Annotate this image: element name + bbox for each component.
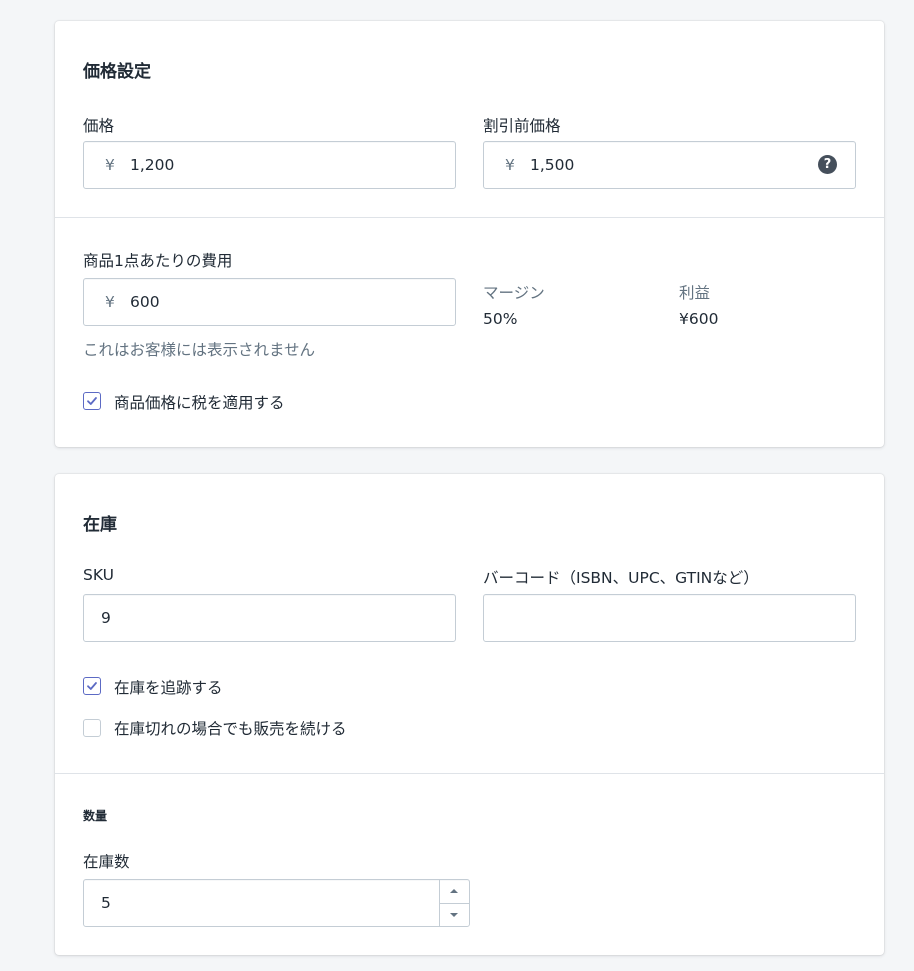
continue-selling-checkbox[interactable] bbox=[83, 719, 101, 737]
inventory-card: 在庫 SKU 9 バーコード（ISBN、UPC、GTINなど） 在庫を追跡する … bbox=[55, 474, 884, 955]
caret-up-icon bbox=[450, 889, 458, 893]
available-value: 5 bbox=[101, 894, 111, 912]
currency-prefix: ¥ bbox=[105, 156, 115, 174]
sku-label: SKU bbox=[83, 566, 114, 584]
barcode-field[interactable] bbox=[483, 594, 856, 642]
track-inventory-checkbox[interactable] bbox=[83, 677, 101, 695]
cost-help-text: これはお客様には表示されません bbox=[83, 341, 316, 359]
barcode-label: バーコード（ISBN、UPC、GTINなど） bbox=[483, 569, 759, 587]
price-value: 1,200 bbox=[130, 156, 175, 174]
increment-button[interactable] bbox=[440, 880, 469, 903]
price-label: 価格 bbox=[83, 117, 115, 135]
profit-label: 利益 bbox=[679, 284, 711, 302]
inventory-title: 在庫 bbox=[83, 515, 117, 535]
pricing-title: 価格設定 bbox=[83, 62, 151, 82]
quantity-stepper bbox=[439, 880, 469, 926]
sku-value: 9 bbox=[101, 609, 111, 627]
track-inventory-label[interactable]: 在庫を追跡する bbox=[114, 676, 223, 698]
checkmark-icon bbox=[87, 682, 97, 690]
cost-label: 商品1点あたりの費用 bbox=[83, 252, 233, 270]
currency-prefix: ¥ bbox=[505, 156, 515, 174]
margin-value: 50% bbox=[483, 310, 518, 328]
price-field[interactable]: ¥ 1,200 bbox=[83, 141, 456, 189]
pricing-card: 価格設定 価格 ¥ 1,200 割引前価格 ¥ 1,500 ? 商品1点あたりの… bbox=[55, 21, 884, 447]
decrement-button[interactable] bbox=[440, 903, 469, 927]
available-quantity-stepper[interactable]: 5 bbox=[83, 879, 470, 927]
section-divider bbox=[55, 773, 884, 774]
margin-label: マージン bbox=[483, 284, 545, 302]
question-circle-icon[interactable]: ? bbox=[818, 155, 837, 174]
section-divider bbox=[55, 217, 884, 218]
compare-price-field[interactable]: ¥ 1,500 ? bbox=[483, 141, 856, 189]
caret-down-icon bbox=[450, 913, 458, 917]
available-label: 在庫数 bbox=[83, 853, 130, 871]
sku-field[interactable]: 9 bbox=[83, 594, 456, 642]
cost-per-item-field[interactable]: ¥ 600 bbox=[83, 278, 456, 326]
profit-value: ¥600 bbox=[679, 310, 719, 328]
compare-price-value: 1,500 bbox=[530, 156, 575, 174]
charge-tax-label[interactable]: 商品価格に税を適用する bbox=[114, 391, 285, 413]
checkmark-icon bbox=[87, 397, 97, 405]
cost-value: 600 bbox=[130, 293, 160, 311]
continue-selling-label[interactable]: 在庫切れの場合でも販売を続ける bbox=[114, 717, 347, 739]
quantity-title: 数量 bbox=[83, 809, 108, 823]
charge-tax-checkbox[interactable] bbox=[83, 392, 101, 410]
currency-prefix: ¥ bbox=[105, 293, 115, 311]
compare-price-label: 割引前価格 bbox=[483, 117, 561, 135]
